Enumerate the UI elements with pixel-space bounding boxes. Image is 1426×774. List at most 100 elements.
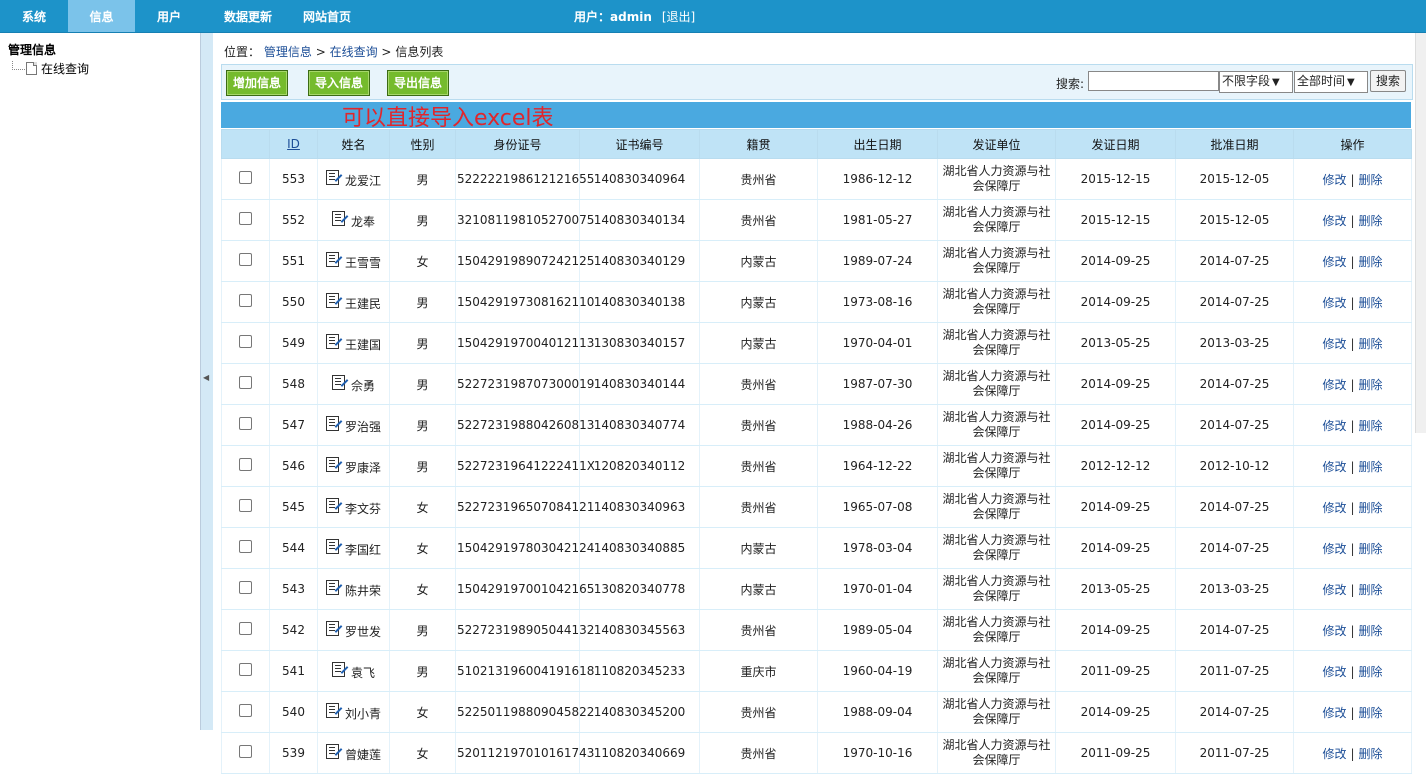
col-header-select (221, 129, 270, 159)
annotation-text: 可以直接导入excel表 (342, 106, 554, 131)
edit-link[interactable]: 修改 (1322, 665, 1346, 679)
col-header-actions: 操作 (1293, 129, 1412, 159)
row-checkbox[interactable] (239, 458, 252, 471)
name-text: 王雪雪 (344, 255, 381, 270)
unit-cell: 湖北省人力资源与社 会保障厅 (937, 158, 1056, 200)
edit-link[interactable]: 修改 (1322, 706, 1346, 720)
delete-link[interactable]: 删除 (1359, 501, 1383, 515)
edit-record-icon[interactable] (331, 661, 345, 677)
row-select-cell (221, 281, 270, 323)
breadcrumb-link-query[interactable]: 在线查询 (330, 45, 378, 59)
sidebar-item-online-query[interactable]: 在线查询 (12, 60, 89, 77)
import-info-button[interactable]: 导入信息 (308, 70, 371, 96)
id-cell: 552 (269, 199, 318, 241)
edit-record-icon[interactable] (325, 415, 339, 431)
name-cell: 李国红 (317, 527, 390, 569)
edit-record-icon[interactable] (325, 497, 339, 513)
cert-cell: 140830345563 (579, 609, 700, 651)
search-input[interactable] (1088, 71, 1219, 91)
nav-tab-info[interactable]: 信息 (68, 0, 135, 32)
edit-link[interactable]: 修改 (1322, 460, 1346, 474)
edit-record-icon[interactable] (325, 620, 339, 636)
delete-link[interactable]: 删除 (1359, 378, 1383, 392)
edit-record-icon[interactable] (325, 251, 339, 267)
delete-link[interactable]: 删除 (1359, 173, 1383, 187)
edit-record-icon[interactable] (325, 456, 339, 472)
edit-record-icon[interactable] (325, 333, 339, 349)
nav-tab-home[interactable]: 网站首页 (293, 0, 361, 32)
edit-record-icon[interactable] (331, 374, 345, 390)
row-checkbox[interactable] (239, 417, 252, 430)
delete-link[interactable]: 删除 (1359, 255, 1383, 269)
edit-record-icon[interactable] (325, 169, 339, 185)
edit-record-icon[interactable] (325, 538, 339, 554)
scrollbar-thumb[interactable] (1415, 33, 1426, 433)
row-checkbox[interactable] (239, 376, 252, 389)
row-checkbox[interactable] (239, 171, 252, 184)
delete-link[interactable]: 删除 (1359, 665, 1383, 679)
delete-link[interactable]: 删除 (1359, 747, 1383, 761)
edit-link[interactable]: 修改 (1322, 542, 1346, 556)
edit-link[interactable]: 修改 (1322, 296, 1346, 310)
row-checkbox[interactable] (239, 622, 252, 635)
time-select[interactable]: 全部时间 ▼ (1294, 71, 1368, 93)
row-checkbox[interactable] (239, 540, 252, 553)
birth-cell: 1988-09-04 (817, 691, 938, 733)
export-info-button[interactable]: 导出信息 (387, 70, 450, 96)
delete-link[interactable]: 删除 (1359, 460, 1383, 474)
row-checkbox[interactable] (239, 253, 252, 266)
delete-link[interactable]: 删除 (1359, 419, 1383, 433)
delete-link[interactable]: 删除 (1359, 542, 1383, 556)
row-checkbox[interactable] (239, 499, 252, 512)
table-row: 551 王雪雪女 150429198907242125 140830340129 内蒙古… (221, 240, 1412, 282)
row-checkbox[interactable] (239, 745, 252, 758)
approve-date-cell: 2014-07-25 (1175, 486, 1294, 528)
delete-link[interactable]: 删除 (1359, 296, 1383, 310)
delete-link[interactable]: 删除 (1359, 337, 1383, 351)
edit-link[interactable]: 修改 (1322, 214, 1346, 228)
col-header-name: 姓名 (317, 129, 390, 159)
row-checkbox[interactable] (239, 663, 252, 676)
add-info-button[interactable]: 增加信息 (226, 70, 289, 96)
edit-record-icon[interactable] (325, 702, 339, 718)
nav-tab-system[interactable]: 系统 (0, 0, 68, 32)
breadcrumb-link-manage[interactable]: 管理信息 (264, 45, 312, 59)
edit-link[interactable]: 修改 (1322, 378, 1346, 392)
nav-tab-users[interactable]: 用户 (135, 0, 203, 32)
nav-tab-data-update[interactable]: 数据更新 (203, 0, 293, 32)
delete-link[interactable]: 删除 (1359, 706, 1383, 720)
cert-cell: 110820340669 (579, 732, 700, 774)
birth-cell: 1986-12-12 (817, 158, 938, 200)
edit-link[interactable]: 修改 (1322, 501, 1346, 515)
edit-link[interactable]: 修改 (1322, 337, 1346, 351)
edit-link[interactable]: 修改 (1322, 255, 1346, 269)
edit-link[interactable]: 修改 (1322, 583, 1346, 597)
name-text: 袁飞 (350, 665, 375, 680)
delete-link[interactable]: 删除 (1359, 583, 1383, 597)
row-checkbox[interactable] (239, 335, 252, 348)
field-select[interactable]: 不限字段 ▼ (1219, 71, 1293, 93)
delete-link[interactable]: 删除 (1359, 624, 1383, 638)
row-checkbox[interactable] (239, 212, 252, 225)
edit-link[interactable]: 修改 (1322, 624, 1346, 638)
name-cell: 王建国 (317, 322, 390, 364)
edit-record-icon[interactable] (325, 579, 339, 595)
actions-cell: 修改 | 删除 (1293, 240, 1412, 282)
unit-cell: 湖北省人力资源与社 会保障厅 (937, 322, 1056, 364)
edit-link[interactable]: 修改 (1322, 173, 1346, 187)
row-checkbox[interactable] (239, 704, 252, 717)
edit-record-icon[interactable] (325, 743, 339, 759)
edit-record-icon[interactable] (331, 210, 345, 226)
edit-link[interactable]: 修改 (1322, 419, 1346, 433)
edit-record-icon[interactable] (325, 292, 339, 308)
sort-by-id-link[interactable]: ID (287, 137, 300, 151)
delete-link[interactable]: 删除 (1359, 214, 1383, 228)
edit-link[interactable]: 修改 (1322, 747, 1346, 761)
search-button[interactable]: 搜索 (1370, 70, 1407, 92)
row-select-cell (221, 732, 270, 774)
row-select-cell (221, 650, 270, 692)
row-checkbox[interactable] (239, 294, 252, 307)
row-checkbox[interactable] (239, 581, 252, 594)
birth-cell: 1970-01-04 (817, 568, 938, 610)
logout-link[interactable]: [退出] (662, 10, 695, 24)
